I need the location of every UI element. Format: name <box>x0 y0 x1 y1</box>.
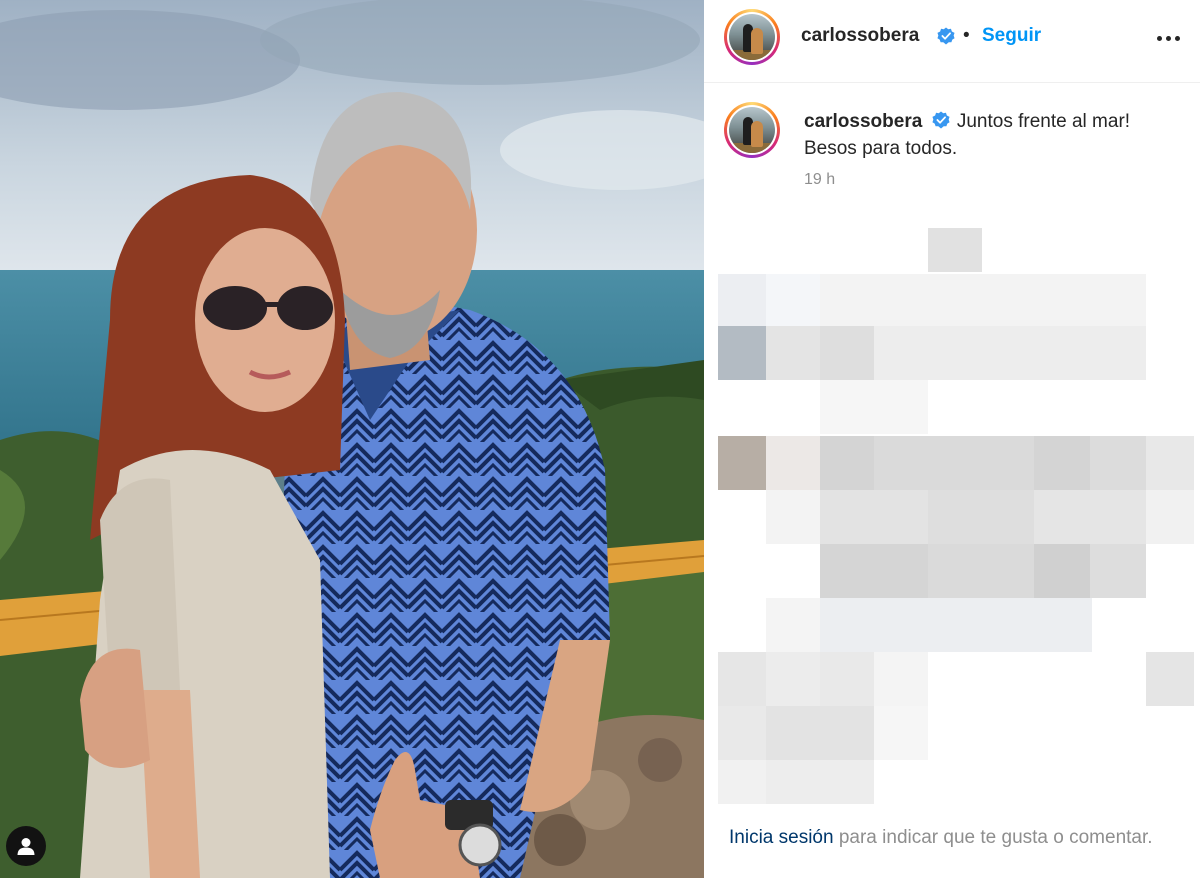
more-options-icon <box>1156 35 1162 41</box>
post-caption: carlossobera Juntos frente al mar! Besos… <box>804 108 1164 162</box>
header-username[interactable]: carlossobera <box>801 25 919 47</box>
verified-badge-icon <box>932 111 950 129</box>
post-timestamp[interactable]: 19 h <box>804 171 835 189</box>
post-header: carlossobera • Seguir <box>704 0 1200 83</box>
follow-button[interactable]: Seguir <box>982 25 1041 47</box>
more-options-button[interactable] <box>1152 26 1184 50</box>
login-prompt: Inicia sesión para indicar que te gusta … <box>729 824 1179 851</box>
pixelated-comments <box>718 228 1194 804</box>
separator-dot: • <box>963 25 970 46</box>
post-side-panel: carlossobera • Seguir carlossobera Junto… <box>704 0 1200 878</box>
user-tag-button[interactable] <box>6 826 46 866</box>
post-photo[interactable] <box>0 0 704 878</box>
profile-avatar[interactable] <box>724 9 780 65</box>
caption-username[interactable]: carlossobera <box>804 111 922 132</box>
user-tag-icon <box>17 838 35 855</box>
verified-badge-icon <box>937 27 955 45</box>
photo-image <box>0 0 704 878</box>
caption-avatar[interactable] <box>724 102 780 158</box>
login-prompt-text: para indicar que te gusta o comentar. <box>838 827 1153 848</box>
login-link[interactable]: Inicia sesión <box>729 827 834 848</box>
